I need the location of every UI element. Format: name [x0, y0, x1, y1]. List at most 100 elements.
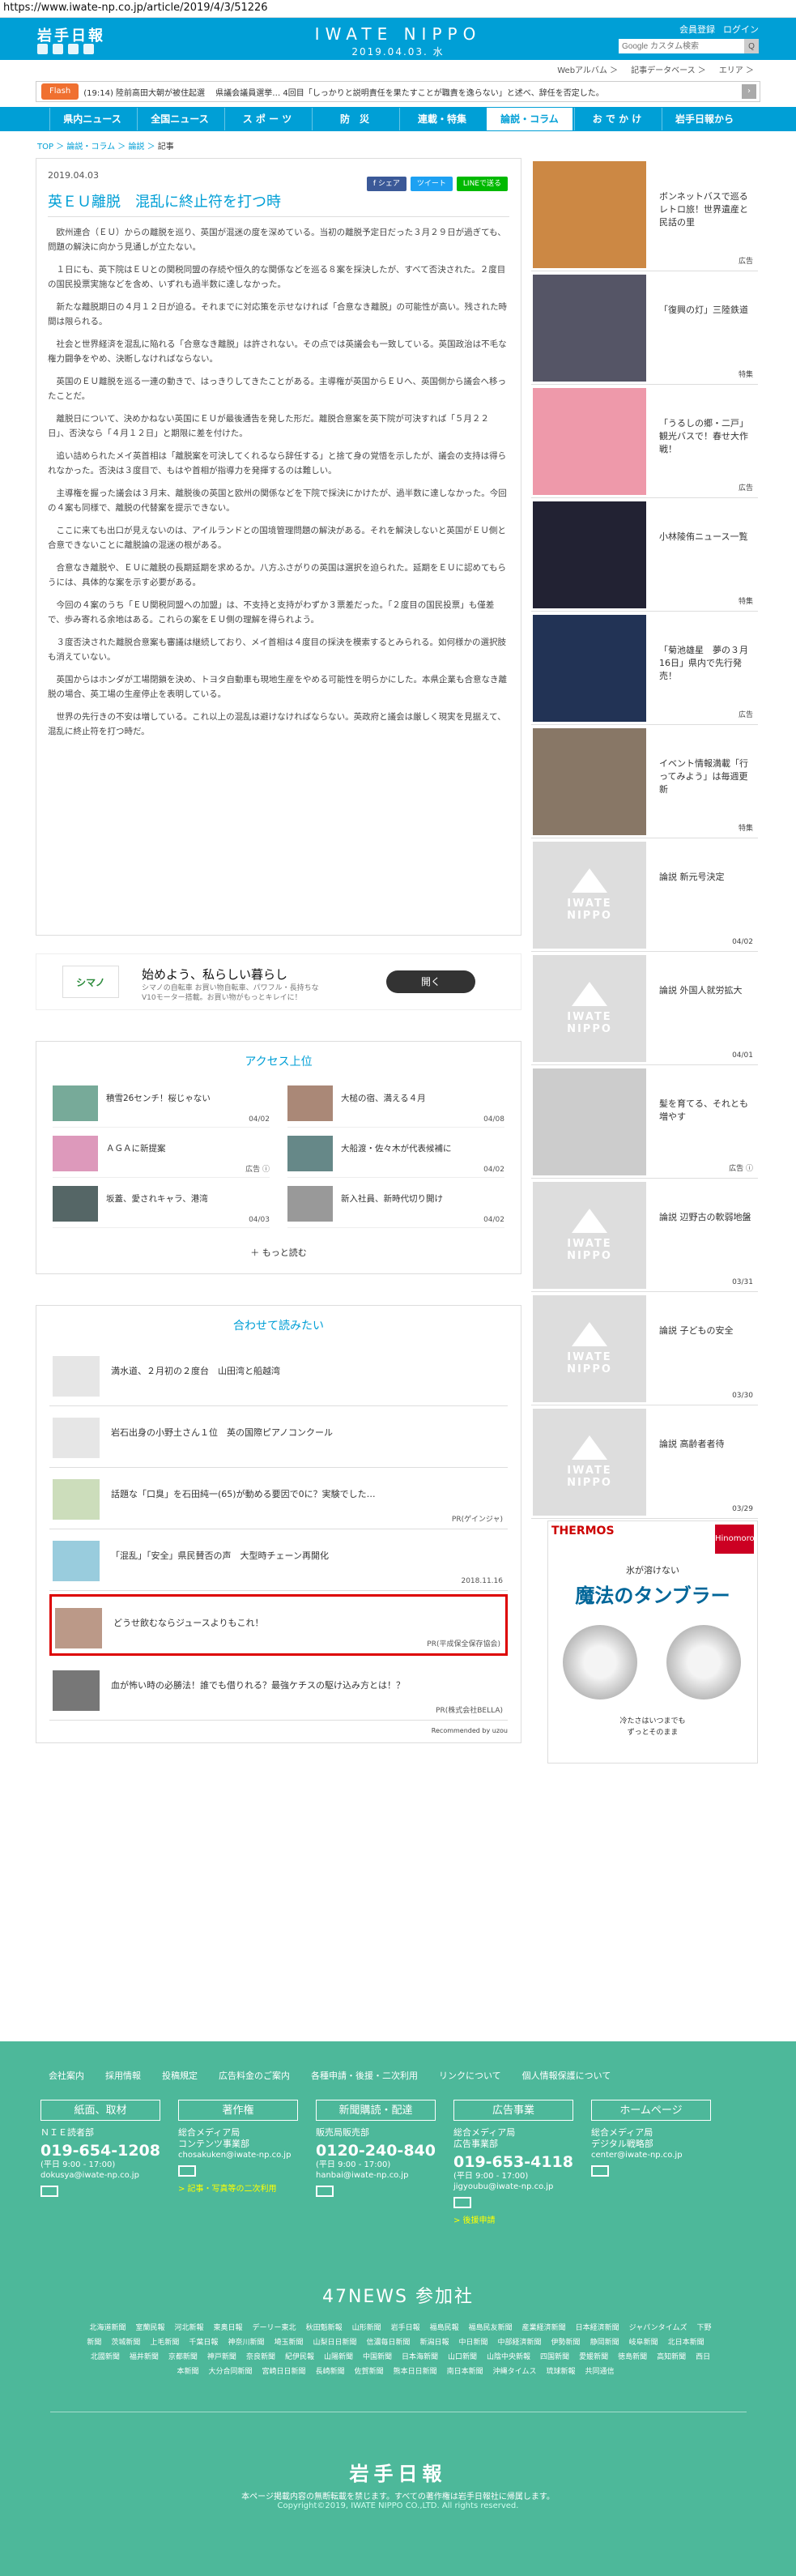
recommended-item[interactable]: 血が怖い時の必勝法！誰でも借りれる？最強ケチスの駆け込み方とは！？ PR(株式会社… [49, 1659, 508, 1721]
member-link[interactable]: 中日新聞 [459, 2339, 488, 2347]
member-link[interactable]: 茨城新聞 [111, 2339, 140, 2347]
member-link[interactable]: 高知新聞 [657, 2353, 686, 2361]
member-link[interactable]: 産業経済新聞 [522, 2324, 566, 2332]
member-link[interactable]: 北海道新聞 [89, 2324, 126, 2332]
subnav-article-db[interactable]: 記事データベース ＞ [631, 63, 706, 75]
sidebar-item[interactable]: IWATE NIPPO 論説 新元号決定 04/02 [531, 838, 758, 952]
member-link[interactable]: 南日本新聞 [447, 2368, 483, 2376]
member-link[interactable]: 長崎新聞 [316, 2368, 345, 2376]
recommended-item[interactable]: どうせ飲むならジュースよりもこれ！ PR(平成保全保存協会) [49, 1594, 508, 1656]
phone-number[interactable]: 0120-240-840 [316, 2142, 436, 2160]
register-link[interactable]: 会員登録 [679, 23, 715, 36]
sidebar-item[interactable]: 「菊池雄星 夢の３月16日」県内で先行発売！ 広告 [531, 612, 758, 725]
member-link[interactable]: 熊本日日新聞 [394, 2368, 437, 2376]
sidebar-item[interactable]: 髪を育てる、それとも増やす 広告 ⓘ [531, 1065, 758, 1179]
ad-open-button[interactable]: 開く [386, 970, 475, 993]
breadcrumb-ronsetsu[interactable]: 論説 [128, 143, 144, 151]
member-link[interactable]: 奈良新聞 [246, 2353, 275, 2361]
member-link[interactable]: 神奈川新聞 [228, 2339, 264, 2347]
flash-text[interactable]: (19:14) 陸前高田大朝が被住起選 県議会議員選挙… 4回目「しっかりと説明… [83, 86, 747, 98]
footer-link[interactable]: 会社案内 [49, 2069, 84, 2082]
mail-icon[interactable] [178, 2165, 196, 2177]
member-link[interactable]: 日本経済新聞 [576, 2324, 619, 2332]
recommended-item[interactable]: 満水道、２月初の２度台 山田湾と船越湾 [49, 1345, 508, 1406]
nav-disaster[interactable]: 防 災 [311, 108, 398, 130]
sidebar-item[interactable]: IWATE NIPPO 論説 外国人就労拡大 04/01 [531, 952, 758, 1065]
member-link[interactable]: 中部経済新聞 [498, 2339, 542, 2347]
footer-logo[interactable]: 岩手日報 [0, 2458, 796, 2486]
member-link[interactable]: 埼玉新聞 [274, 2339, 303, 2347]
breadcrumb-editorial[interactable]: 論説・コラム [66, 143, 115, 151]
mail-icon[interactable] [40, 2186, 58, 2197]
email[interactable]: jigyoubu@iwate-np.co.jp [453, 2181, 573, 2192]
footer-column-heading[interactable]: 新聞購読・配達 [316, 2100, 436, 2121]
member-link[interactable]: 新潟日報 [420, 2339, 449, 2347]
member-link[interactable]: 山陰中央新報 [487, 2353, 530, 2361]
footer-link[interactable]: 広告料金のご案内 [219, 2069, 290, 2082]
flash-next-icon[interactable]: › [742, 84, 756, 99]
sidebar-item[interactable]: 「復興の灯」三陸鉄道 特集 [531, 271, 758, 385]
mail-icon[interactable] [453, 2197, 471, 2208]
member-link[interactable]: 四国新聞 [540, 2353, 569, 2361]
footer-link[interactable]: 投稿規定 [162, 2069, 198, 2082]
recommended-item[interactable]: 岩石出身の小野土さん１位 英の国際ピアノコンクール [49, 1406, 508, 1468]
member-link[interactable]: 山梨日日新聞 [313, 2339, 356, 2347]
sidebar-item[interactable]: 「うるしの郷・二戸」観光バスで！春せ大作戦！ 広告 [531, 385, 758, 498]
nav-national-news[interactable]: 全国ニュース [136, 108, 223, 130]
member-link[interactable]: 福島民友新聞 [469, 2324, 513, 2332]
search-button[interactable]: Q [744, 39, 759, 53]
member-link[interactable]: 信濃毎日新聞 [366, 2339, 410, 2347]
member-link[interactable]: 琉球新報 [546, 2368, 575, 2376]
member-link[interactable]: 沖縄タイムス [493, 2368, 537, 2376]
sidebar-item[interactable]: 小林陵侑ニュース一覧 特集 [531, 498, 758, 612]
search-input[interactable] [619, 39, 744, 53]
member-link[interactable]: 岐阜新聞 [629, 2339, 658, 2347]
member-link[interactable]: 秋田魁新報 [306, 2324, 343, 2332]
member-link[interactable]: 伊勢新聞 [551, 2339, 581, 2347]
nav-features[interactable]: 連載・特集 [398, 108, 485, 130]
member-link[interactable]: 北日本新聞 [668, 2339, 704, 2347]
member-link[interactable]: 福島民報 [430, 2324, 459, 2332]
member-link[interactable]: デーリー東北 [253, 2324, 296, 2332]
nav-sports[interactable]: ス ポ ー ツ [223, 108, 310, 130]
sidebar-item[interactable]: IWATE NIPPO 論説 子どもの安全 03/30 [531, 1292, 758, 1405]
member-link[interactable]: 山口新聞 [448, 2353, 477, 2361]
member-link[interactable]: 上毛新聞 [150, 2339, 179, 2347]
footer-column-heading[interactable]: ホームページ [591, 2100, 711, 2121]
member-link[interactable]: 東奥日報 [214, 2324, 243, 2332]
member-link[interactable]: 千葉日報 [189, 2339, 218, 2347]
member-link[interactable]: 北國新聞 [91, 2353, 120, 2361]
mail-icon[interactable] [316, 2186, 334, 2197]
phone-number[interactable]: 019-654-1208 [40, 2142, 160, 2160]
nav-outing[interactable]: お で か け [573, 108, 660, 130]
footer-link[interactable]: 採用情報 [105, 2069, 141, 2082]
subnav-area[interactable]: エリア ＞ [719, 63, 754, 75]
email[interactable]: center@iwate-np.co.jp [591, 2150, 711, 2160]
member-link[interactable]: 山形新聞 [352, 2324, 381, 2332]
member-link[interactable]: 日本海新聞 [402, 2353, 438, 2361]
address-bar[interactable]: https://www.iwate-np.co.jp/article/2019/… [0, 0, 796, 18]
member-link[interactable]: 福井新聞 [130, 2353, 159, 2361]
more-button[interactable]: ＋ もっと読む [36, 1231, 521, 1273]
ranking-item[interactable]: 大船渡・佐々木が代表候補に 04/02 [287, 1131, 504, 1178]
sidebar-item[interactable]: IWATE NIPPO 論説 高齢者者待 03/29 [531, 1405, 758, 1519]
nav-editorial[interactable]: 論説・コラム [486, 108, 573, 130]
email[interactable]: chosakuken@iwate-np.co.jp [178, 2150, 298, 2160]
subnav-web-album[interactable]: Webアルバム ＞ [557, 63, 618, 75]
footer-link[interactable]: リンクについて [439, 2069, 501, 2082]
login-link[interactable]: ログイン [723, 23, 759, 36]
member-link[interactable]: 静岡新聞 [590, 2339, 619, 2347]
ad-banner[interactable]: シマノ 始めよう、私らしい暮らし シマノの自転車 お買い物自転車、パワフル・長持… [36, 953, 521, 1010]
sidebar-item[interactable]: ボンネットバスで巡るレトロ旅！世界遺産と民話の里 広告 [531, 158, 758, 271]
member-link[interactable]: 大分合同新聞 [209, 2368, 253, 2376]
recommend-credit[interactable]: Recommended by uzou [36, 1721, 521, 1742]
member-link[interactable]: ジャパンタイムズ [629, 2324, 687, 2332]
member-link[interactable]: 河北新報 [175, 2324, 204, 2332]
member-link[interactable]: 岩手日報 [391, 2324, 420, 2332]
sidebar-item[interactable]: イベント情報満載「行ってみよう」は毎週更新 特集 [531, 725, 758, 838]
mail-icon[interactable] [591, 2165, 609, 2177]
sidebar-item[interactable]: IWATE NIPPO 論説 辺野古の軟弱地盤 03/31 [531, 1179, 758, 1292]
breadcrumb-top[interactable]: TOP [37, 143, 53, 151]
footer-sub-link[interactable]: > 後援申請 [453, 2213, 573, 2225]
recommended-item[interactable]: 話題な「口臭」を石田純一(65)が動める要因で0に？実験でした… PR(ゲインジャ… [49, 1468, 508, 1529]
